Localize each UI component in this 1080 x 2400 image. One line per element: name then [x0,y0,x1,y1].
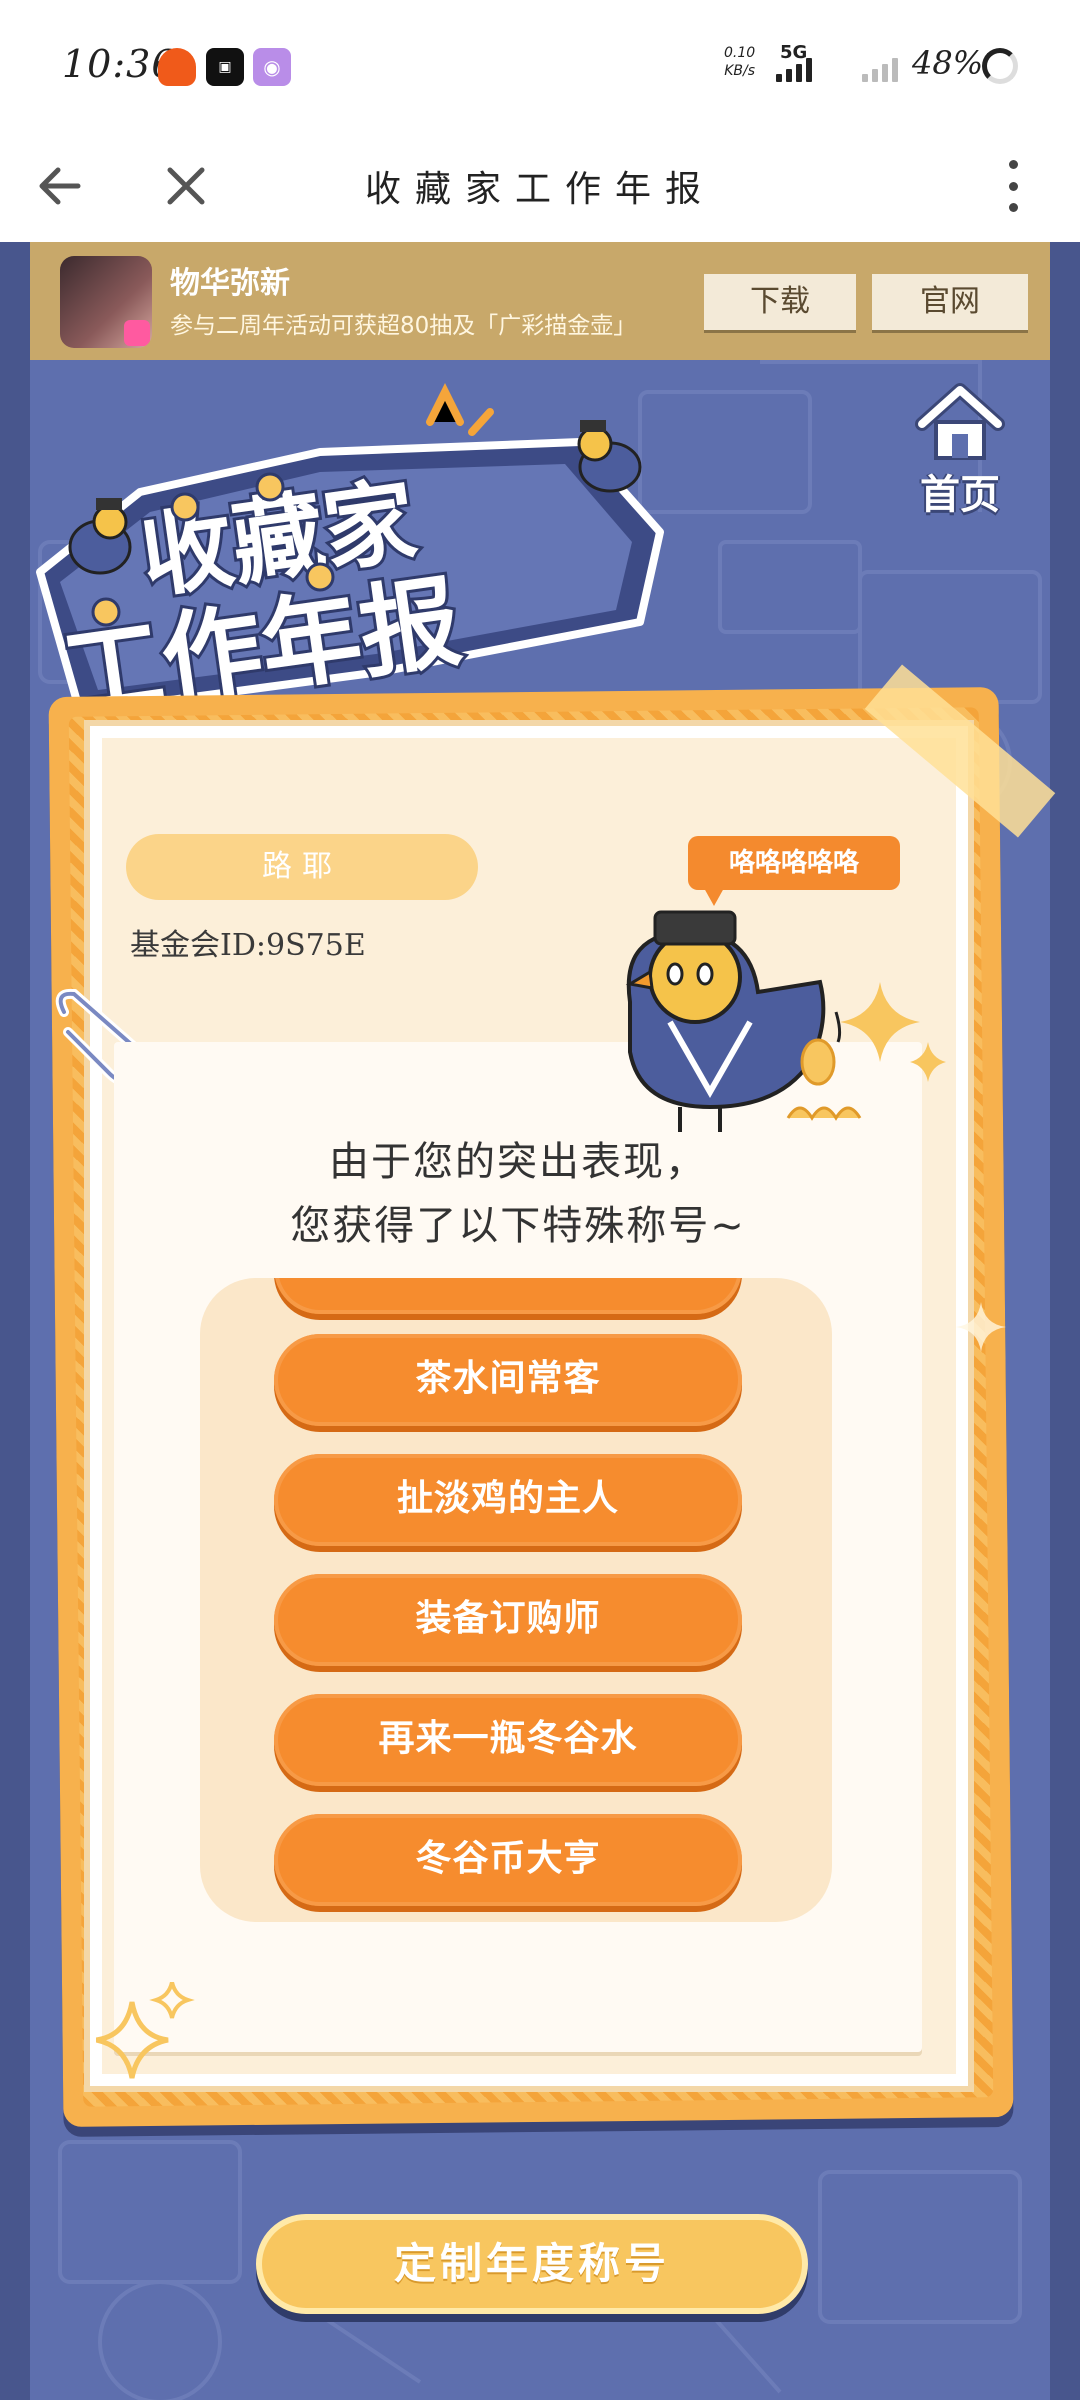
title-badge[interactable]: 茶水间常客 [274,1334,742,1426]
special-title-message: 由于您的突出表现， 您获得了以下特殊称号~ [114,1130,922,1258]
nav-bar: 收藏家工作年报 [0,130,1080,242]
sparkle-icon [96,1982,195,2079]
download-button[interactable]: 下载 [704,274,856,330]
title-badge[interactable]: 扯淡鸡的主人 [274,1454,742,1546]
home-label: 首页 [920,472,1000,518]
ad-banner[interactable]: 物华弥新 参与二周年活动可获超80抽及「广彩描金壶」 下载 官网 [30,242,1050,360]
sparkle-icon [840,982,946,1082]
game-app-icon[interactable] [60,256,152,348]
chick-mascot-small-icon [68,498,132,575]
network-speed-value: 0.10 [724,45,756,61]
more-options-icon[interactable] [998,154,1028,218]
page-title: 收藏家工作年报 [364,169,715,210]
message-line-1: 由于您的突出表现， [329,1139,707,1185]
network-speed-unit: KB/s [724,63,755,79]
chick-mascot-small-icon [577,420,642,493]
official-site-button[interactable]: 官网 [872,274,1028,330]
signal-icon [776,56,812,82]
title-badge[interactable] [274,1278,742,1314]
message-line-2: 您获得了以下特殊称号~ [290,1203,746,1249]
annual-report-logo: 收藏家 工作年报 [36,383,664,732]
title-badge[interactable]: 冬谷币大亨 [274,1814,742,1906]
title-badge[interactable]: 装备订购师 [274,1574,742,1666]
bilibili-badge-icon [124,320,150,346]
title-badge[interactable]: 再来一瓶冬谷水 [274,1694,742,1786]
speech-bubble: 咯咯咯咯咯 [688,836,900,906]
battery-icon [982,48,1018,84]
user-name: 路耶 [126,834,478,900]
signal-icon-secondary [862,56,898,82]
home-icon [915,383,1005,460]
customize-title-button[interactable]: 定制年度称号 [256,2214,808,2314]
notification-app-icon: ◉ [253,48,291,86]
right-edge [1050,242,1080,2400]
battery-level: 48% [912,44,984,82]
ad-app-name: 物华弥新 [170,266,290,301]
home-button[interactable]: 首页 [912,382,1008,518]
sparkle-icon [956,1302,1006,1352]
status-bar: 10:36 ▣ ◉ 0.10 KB/s 5G 48% [0,0,1080,130]
network-speed: 0.10 KB/s [724,44,755,80]
fund-id: 基金会ID:9S75E [130,928,366,963]
notification-app-icon: ▣ [206,48,244,86]
ad-description: 参与二周年活动可获超80抽及「广彩描金壶」 [170,313,637,339]
titles-scroll-list[interactable]: 茶水间常客 扯淡鸡的主人 装备订购师 再来一瓶冬谷水 冬谷币大亨 [200,1278,832,1922]
notification-app-icon [158,48,196,86]
webview-content: 物华弥新 参与二周年活动可获超80抽及「广彩描金壶」 下载 官网 首页 收藏家 … [0,242,1080,2400]
